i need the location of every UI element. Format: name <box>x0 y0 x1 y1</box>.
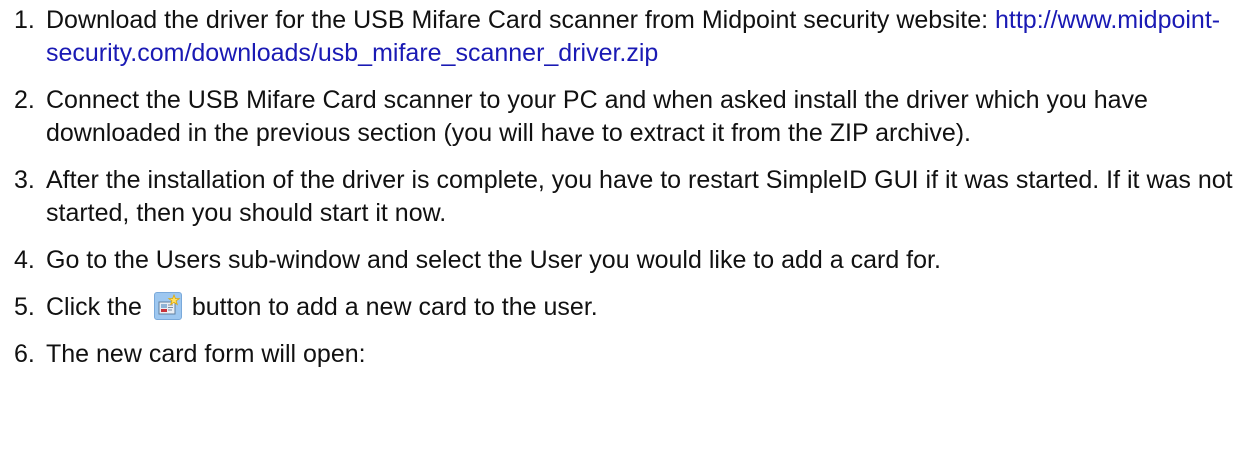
step-text-before: Click the <box>46 293 142 321</box>
step-text: Connect the USB Mifare Card scanner to y… <box>46 86 1148 147</box>
step-2: 2. Connect the USB Mifare Card scanner t… <box>14 84 1252 150</box>
step-number: 6. <box>14 340 35 368</box>
step-text: The new card form will open: <box>46 340 366 368</box>
step-number: 1. <box>14 6 35 34</box>
step-number: 3. <box>14 166 35 194</box>
step-number: 5. <box>14 293 35 321</box>
step-1: 1. Download the driver for the USB Mifar… <box>14 4 1252 70</box>
step-6: 6. The new card form will open: <box>14 338 1252 371</box>
step-5: 5. Click the button to add a new card to… <box>14 291 1252 324</box>
step-4: 4. Go to the Users sub-window and select… <box>14 244 1252 277</box>
step-text: Go to the Users sub-window and select th… <box>46 246 941 274</box>
step-number: 4. <box>14 246 35 274</box>
step-number: 2. <box>14 86 35 114</box>
step-text: After the installation of the driver is … <box>46 166 1233 227</box>
add-card-icon[interactable] <box>153 292 182 320</box>
step-3: 3. After the installation of the driver … <box>14 164 1252 230</box>
instruction-steps: 1. Download the driver for the USB Mifar… <box>14 4 1252 371</box>
step-text-after: button to add a new card to the user. <box>191 293 598 321</box>
step-text: Download the driver for the USB Mifare C… <box>46 6 989 34</box>
